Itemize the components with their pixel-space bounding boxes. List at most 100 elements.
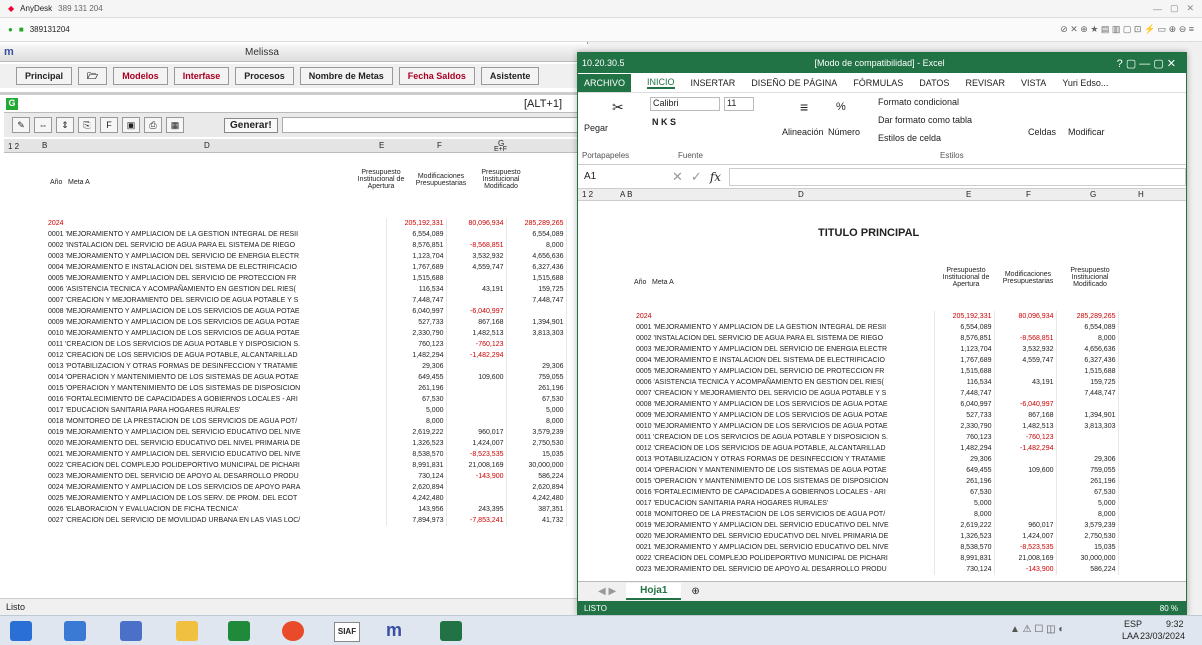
cell-f[interactable] xyxy=(446,295,507,306)
cell-f[interactable]: 1,424,007 xyxy=(446,438,507,449)
cell-g[interactable]: 285,289,265 xyxy=(1056,311,1119,322)
table-row[interactable]: 0006 'ASISTENCIA TECNICA Y ACOMPAÑAMIENT… xyxy=(46,284,567,295)
tab-formulas[interactable]: FÓRMULAS xyxy=(853,78,903,88)
network-app-icon[interactable] xyxy=(64,621,86,641)
cell-g[interactable]: 3,813,303 xyxy=(506,328,567,339)
cell-f[interactable]: 4,559,747 xyxy=(994,355,1057,366)
cell-e[interactable]: 67,530 xyxy=(386,394,447,405)
table-row[interactable]: 0002 'INSTALACION DEL SERVICIO DE AGUA P… xyxy=(634,333,1119,344)
table-row[interactable]: 0027 'CREACION DEL SERVICIO DE MOVILIDAD… xyxy=(46,515,567,526)
cell-f[interactable]: 1,482,513 xyxy=(994,421,1057,432)
cell-m[interactable]: 2024 xyxy=(634,311,935,322)
cell-g[interactable]: 3,813,303 xyxy=(1056,421,1119,432)
nav-interfase[interactable]: Interfase xyxy=(173,67,230,85)
table-row[interactable]: 0015 'OPERACION Y MANTENIMIENTO DE LOS S… xyxy=(46,383,567,394)
cell-f[interactable]: 4,559,747 xyxy=(446,262,507,273)
cell-g[interactable]: 261,196 xyxy=(506,383,567,394)
cell-g[interactable]: 5,000 xyxy=(1056,498,1119,509)
number-button[interactable]: Número xyxy=(828,127,860,137)
cell-m[interactable]: 0008 'MEJORAMIENTO Y AMPLIACION DE LOS S… xyxy=(46,306,387,317)
cell-f[interactable]: -8,523,535 xyxy=(994,542,1057,553)
cell-m[interactable]: 0009 'MEJORAMIENTO Y AMPLIACION DE LOS S… xyxy=(46,317,387,328)
close-icon[interactable]: ✕ xyxy=(1186,3,1194,14)
table-row[interactable]: 0016 'FORTALECIMIENTO DE CAPACIDADES A G… xyxy=(634,487,1119,498)
cell-g[interactable]: 15,035 xyxy=(1056,542,1119,553)
table-row[interactable]: 0019 'MEJORAMIENTO Y AMPLIACION DEL SERV… xyxy=(46,427,567,438)
cell-f[interactable]: -8,523,535 xyxy=(446,449,507,460)
cell-m[interactable]: 0023 'MEJORAMIENTO DEL SERVICIO DE APOYO… xyxy=(634,564,935,575)
cell-g[interactable]: 4,242,480 xyxy=(506,493,567,504)
excel-col-ab[interactable]: A B xyxy=(620,190,632,199)
layout-indicator[interactable]: LAA xyxy=(1122,631,1139,641)
cell-m[interactable]: 0003 'MEJORAMIENTO Y AMPLIACION DEL SERV… xyxy=(634,344,935,355)
cell-e[interactable]: 6,554,089 xyxy=(386,229,447,240)
table-row[interactable]: 0018 'MONITOREO DE LA PRESTACION DE LOS … xyxy=(634,509,1119,520)
cell-e[interactable]: 2,619,222 xyxy=(386,427,447,438)
cell-e[interactable]: 1,123,704 xyxy=(386,251,447,262)
cell-f[interactable]: 960,017 xyxy=(994,520,1057,531)
cell-g[interactable] xyxy=(1056,432,1119,443)
col-e[interactable]: E xyxy=(379,141,384,150)
cell-g[interactable]: 1,515,688 xyxy=(506,273,567,284)
nav-fecha-saldos[interactable]: Fecha Saldos xyxy=(398,67,475,85)
cell-g[interactable]: 3,579,239 xyxy=(1056,520,1119,531)
tray-icons[interactable]: ▲ ⚠ ☐ ◫ ◐ xyxy=(1010,624,1064,635)
cell-f[interactable]: -8,568,851 xyxy=(446,240,507,251)
cell-g[interactable]: 6,554,089 xyxy=(506,229,567,240)
cell-m[interactable]: 0021 'MEJORAMIENTO Y AMPLIACION DEL SERV… xyxy=(634,542,935,553)
minimize-icon[interactable]: — xyxy=(1153,4,1162,14)
table-row[interactable]: 2024 205,192,331 80,096,934 285,289,265 xyxy=(46,218,567,229)
cell-m[interactable]: 0014 'OPERACION Y MANTENIMIENTO DE LOS S… xyxy=(634,465,935,476)
cell-e[interactable]: 1,482,294 xyxy=(934,443,995,454)
table-row[interactable]: 0018 'MONITOREO DE LA PRESTACION DE LOS … xyxy=(46,416,567,427)
tab-diseno[interactable]: DISEÑO DE PÁGINA xyxy=(751,78,837,88)
alignment-button[interactable]: Alineación xyxy=(782,127,824,137)
cell-e[interactable]: 29,306 xyxy=(386,361,447,372)
cell-f[interactable]: 109,600 xyxy=(994,465,1057,476)
cell-g[interactable]: 159,725 xyxy=(1056,377,1119,388)
cell-m[interactable]: 0004 'MEJORAMIENTO E INSTALACION DEL SIS… xyxy=(46,262,387,273)
cell-g[interactable]: 261,196 xyxy=(1056,476,1119,487)
cell-g[interactable]: 7,448,747 xyxy=(506,295,567,306)
cell-m[interactable]: 0018 'MONITOREO DE LA PRESTACION DE LOS … xyxy=(634,509,935,520)
cell-m[interactable]: 0019 'MEJORAMIENTO Y AMPLIACION DEL SERV… xyxy=(634,520,935,531)
cell-e[interactable]: 6,040,997 xyxy=(934,399,995,410)
cell-m[interactable]: 0006 'ASISTENCIA TECNICA Y ACOMPAÑAMIENT… xyxy=(634,377,935,388)
maximize-icon[interactable]: ▢ xyxy=(1170,3,1179,14)
cell-f[interactable]: -6,040,997 xyxy=(994,399,1057,410)
cell-f[interactable] xyxy=(994,366,1057,377)
tab-vista[interactable]: VISTA xyxy=(1021,78,1046,88)
cell-g[interactable]: 7,448,747 xyxy=(1056,388,1119,399)
formula-input[interactable] xyxy=(281,117,580,133)
excel-col-d[interactable]: D xyxy=(798,190,804,199)
cell-f[interactable] xyxy=(446,383,507,394)
cell-m[interactable]: 0021 'MEJORAMIENTO Y AMPLIACION DEL SERV… xyxy=(46,449,387,460)
cell-m[interactable]: 0024 'MEJORAMIENTO Y AMPLIACION DE LOS S… xyxy=(46,482,387,493)
table-row[interactable]: 0017 'EDUCACION SANITARIA PARA HOGARES R… xyxy=(46,405,567,416)
cell-styles[interactable]: Estilos de celda xyxy=(878,133,941,143)
cell-f[interactable] xyxy=(446,493,507,504)
cell-g[interactable]: 5,000 xyxy=(506,405,567,416)
copy-icon[interactable]: ⎘ xyxy=(78,117,96,133)
generar-button[interactable]: Generar! xyxy=(224,117,278,133)
cell-e[interactable]: 1,767,689 xyxy=(934,355,995,366)
clock-time[interactable]: 9:32 xyxy=(1166,619,1184,629)
table-row[interactable]: 0017 'EDUCACION SANITARIA PARA HOGARES R… xyxy=(634,498,1119,509)
cell-e[interactable]: 8,000 xyxy=(386,416,447,427)
cut-icon[interactable]: ✂ xyxy=(612,99,624,116)
cell-f[interactable] xyxy=(994,388,1057,399)
cell-e[interactable]: 116,534 xyxy=(934,377,995,388)
edit-icon[interactable]: ✎ xyxy=(12,117,30,133)
excel-col-f[interactable]: F xyxy=(1026,190,1031,199)
cell-g[interactable]: 30,000,000 xyxy=(1056,553,1119,564)
nav-modelos[interactable]: Modelos xyxy=(113,67,168,85)
cell-m[interactable]: 0001 'MEJORAMIENTO Y AMPLIACION DE LA GE… xyxy=(634,322,935,333)
table-row[interactable]: 0005 'MEJORAMIENTO Y AMPLIACION DEL SERV… xyxy=(634,366,1119,377)
cell-e[interactable]: 6,554,089 xyxy=(934,322,995,333)
table-icon[interactable]: ▦ xyxy=(166,117,184,133)
table-row[interactable]: 0011 'CREACION DE LOS SERVICIOS DE AGUA … xyxy=(46,339,567,350)
cell-f[interactable]: 3,532,932 xyxy=(446,251,507,262)
cell-e[interactable]: 527,733 xyxy=(386,317,447,328)
cell-m[interactable]: 0008 'MEJORAMIENTO Y AMPLIACION DE LOS S… xyxy=(634,399,935,410)
cell-g[interactable] xyxy=(506,306,567,317)
